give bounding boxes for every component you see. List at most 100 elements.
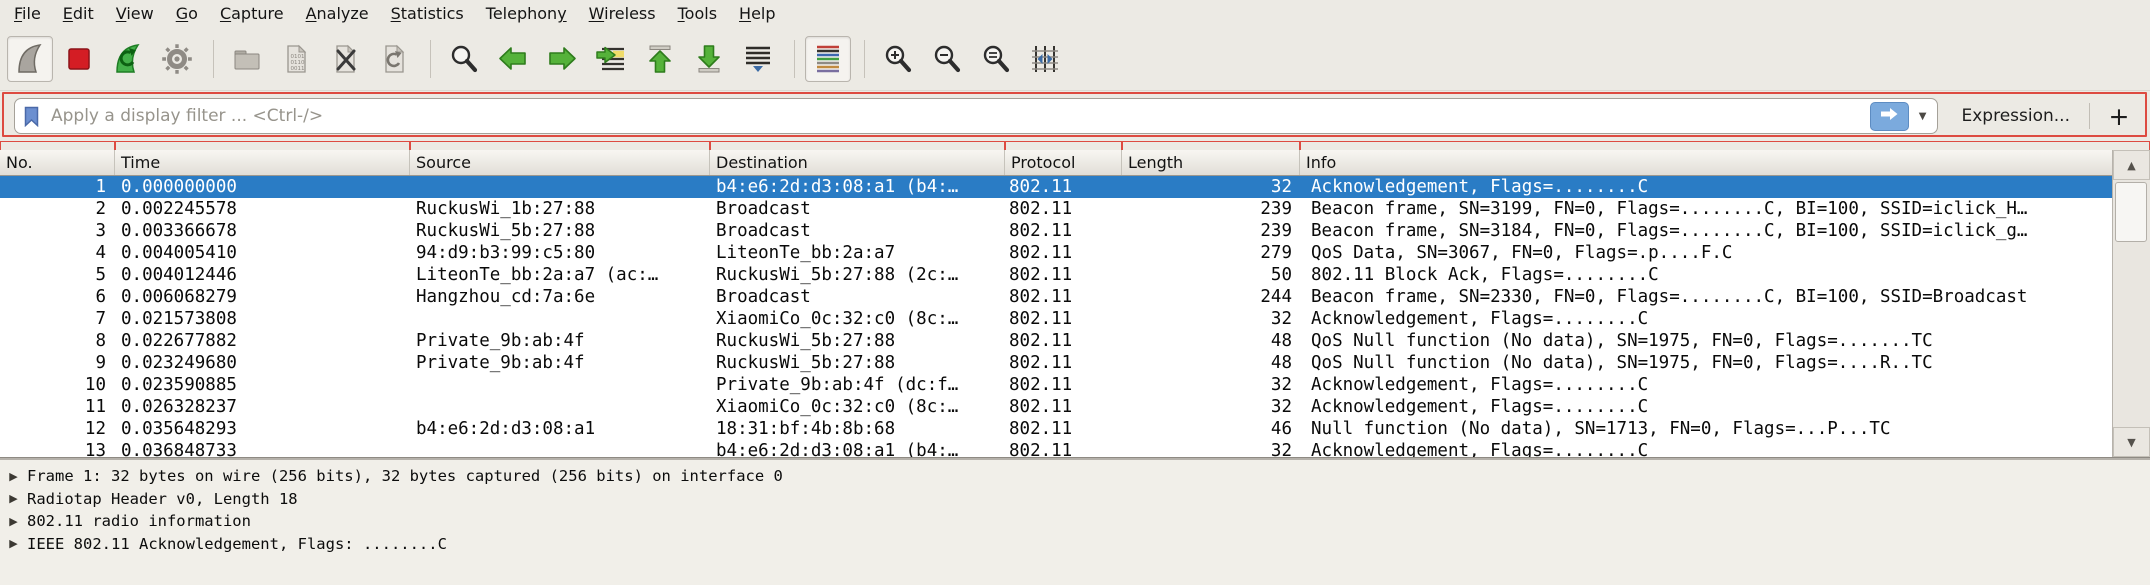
toolbar-resize-columns[interactable] xyxy=(1022,36,1068,82)
packet-row-3[interactable]: 30.003366678RuckusWi_5b:27:88Broadcast80… xyxy=(0,220,2112,242)
cell-no: 4 xyxy=(0,242,115,264)
toolbar-file-reload[interactable] xyxy=(371,36,417,82)
doc-close-icon xyxy=(328,42,362,76)
shark-fin-icon xyxy=(13,42,47,76)
scrollbar-thumb[interactable] xyxy=(2115,182,2147,242)
menu-go[interactable]: Go xyxy=(165,2,209,25)
toolbar-go-forward[interactable] xyxy=(539,36,585,82)
detail-row[interactable]: ▶Frame 1: 32 bytes on wire (256 bits), 3… xyxy=(0,465,2150,488)
filter-history-dropdown[interactable]: ▼ xyxy=(1909,111,1931,122)
packet-row-5[interactable]: 50.004012446LiteonTe_bb:2a:a7 (ac:…Rucku… xyxy=(0,264,2112,286)
packet-list-scrollbar[interactable]: ▲ ▼ xyxy=(2112,150,2150,457)
packet-list-pane: No.TimeSourceDestinationProtocolLengthIn… xyxy=(0,150,2112,457)
packet-details: ▶Frame 1: 32 bytes on wire (256 bits), 3… xyxy=(0,460,2150,585)
menu-view[interactable]: View xyxy=(105,2,165,25)
display-filter-field[interactable]: ▼ xyxy=(14,98,1938,134)
menu-analyze[interactable]: Analyze xyxy=(295,2,380,25)
menu-statistics[interactable]: Statistics xyxy=(380,2,475,25)
scroll-up-button[interactable]: ▲ xyxy=(2113,150,2150,180)
magnifier-icon xyxy=(447,42,481,76)
doc-binary-icon: 010101100011 xyxy=(279,42,313,76)
expression-button[interactable]: Expression... xyxy=(1962,106,2071,126)
add-filter-button[interactable]: + xyxy=(2104,102,2134,131)
menu-tools[interactable]: Tools xyxy=(667,2,728,25)
expander-icon[interactable]: ▶ xyxy=(0,515,27,528)
arrow-left-icon xyxy=(496,42,530,76)
cell-source: LiteonTe_bb:2a:a7 (ac:… xyxy=(410,264,710,286)
cell-length: 48 xyxy=(1122,330,1300,352)
cell-source: Private_9b:ab:4f xyxy=(410,352,710,374)
toolbar-go-first-packet[interactable] xyxy=(637,36,683,82)
toolbar-zoom-reset[interactable] xyxy=(973,36,1019,82)
packet-row-1[interactable]: 10.000000000b4:e6:2d:d3:08:a1 (b4:…802.1… xyxy=(0,176,2112,198)
toolbar-zoom-out[interactable] xyxy=(924,36,970,82)
menu-bar: FileEditViewGoCaptureAnalyzeStatisticsTe… xyxy=(0,0,2150,27)
packet-row-6[interactable]: 60.006068279Hangzhou_cd:7a:6eBroadcast80… xyxy=(0,286,2112,308)
toolbar-go-last-packet[interactable] xyxy=(686,36,732,82)
column-header-time[interactable]: Time xyxy=(115,150,410,175)
toolbar-capture-options[interactable] xyxy=(154,36,200,82)
toolbar-find-packet[interactable] xyxy=(441,36,487,82)
column-header-info[interactable]: Info xyxy=(1300,150,2112,175)
menu-file[interactable]: File xyxy=(3,2,52,25)
packet-row-2[interactable]: 20.002245578RuckusWi_1b:27:88Broadcast80… xyxy=(0,198,2112,220)
detail-row[interactable]: ▶802.11 radio information xyxy=(0,510,2150,533)
bookmark-icon[interactable] xyxy=(24,106,39,127)
toolbar-capture-start[interactable] xyxy=(7,36,53,82)
toolbar-go-to-packet[interactable] xyxy=(588,36,634,82)
toolbar-auto-scroll[interactable] xyxy=(735,36,781,82)
packet-row-13[interactable]: 130.036848733b4:e6:2d:d3:08:a1 (b4:…802.… xyxy=(0,440,2112,457)
toolbar-file-open[interactable] xyxy=(224,36,270,82)
expander-icon[interactable]: ▶ xyxy=(0,492,27,505)
column-header-destination[interactable]: Destination xyxy=(710,150,1005,175)
column-header-no[interactable]: No. xyxy=(0,150,115,175)
toolbar-file-save[interactable]: 010101100011 xyxy=(273,36,319,82)
detail-row[interactable]: ▶Radiotap Header v0, Length 18 xyxy=(0,488,2150,511)
cell-protocol: 802.11 xyxy=(1005,242,1122,264)
packet-row-12[interactable]: 120.035648293b4:e6:2d:d3:08:a118:31:bf:4… xyxy=(0,418,2112,440)
packet-row-9[interactable]: 90.023249680Private_9b:ab:4fRuckusWi_5b:… xyxy=(0,352,2112,374)
packet-row-11[interactable]: 110.026328237XiaomiCo_0c:32:c0 (8c:…802.… xyxy=(0,396,2112,418)
menu-wireless[interactable]: Wireless xyxy=(578,2,667,25)
scroll-down-button[interactable]: ▼ xyxy=(2113,427,2150,457)
column-header-length[interactable]: Length xyxy=(1122,150,1300,175)
filter-separator xyxy=(2089,103,2090,129)
toolbar-colorize-packets[interactable] xyxy=(805,36,851,82)
apply-filter-button[interactable] xyxy=(1870,102,1909,131)
packet-row-7[interactable]: 70.021573808XiaomiCo_0c:32:c0 (8c:…802.1… xyxy=(0,308,2112,330)
cell-length: 32 xyxy=(1122,308,1300,330)
display-filter-input[interactable] xyxy=(49,105,1862,127)
cell-no: 7 xyxy=(0,308,115,330)
doc-reload-icon xyxy=(377,42,411,76)
column-header-protocol[interactable]: Protocol xyxy=(1005,150,1122,175)
column-header-source[interactable]: Source xyxy=(410,150,710,175)
cell-destination: XiaomiCo_0c:32:c0 (8c:… xyxy=(710,308,1005,330)
menu-capture[interactable]: Capture xyxy=(209,2,295,25)
menu-help[interactable]: Help xyxy=(728,2,786,25)
cell-time: 0.036848733 xyxy=(115,440,410,457)
expander-icon[interactable]: ▶ xyxy=(0,537,27,550)
packet-row-4[interactable]: 40.00400541094:d9:b3:99:c5:80LiteonTe_bb… xyxy=(0,242,2112,264)
toolbar-file-close[interactable] xyxy=(322,36,368,82)
arrow-up-bar-icon xyxy=(643,42,677,76)
arrow-right-icon xyxy=(545,42,579,76)
cell-info: QoS Null function (No data), SN=1975, FN… xyxy=(1300,352,2112,374)
toolbar-separator xyxy=(864,40,865,78)
cell-destination: b4:e6:2d:d3:08:a1 (b4:… xyxy=(710,176,1005,198)
menu-edit[interactable]: Edit xyxy=(52,2,105,25)
scroll-lines-icon xyxy=(741,42,775,76)
cell-time: 0.003366678 xyxy=(115,220,410,242)
cell-time: 0.000000000 xyxy=(115,176,410,198)
toolbar-go-back[interactable] xyxy=(490,36,536,82)
toolbar-capture-restart[interactable] xyxy=(105,36,151,82)
packet-row-10[interactable]: 100.023590885Private_9b:ab:4f (dc:f…802.… xyxy=(0,374,2112,396)
cell-time: 0.004005410 xyxy=(115,242,410,264)
expander-icon[interactable]: ▶ xyxy=(0,470,27,483)
cell-info: Null function (No data), SN=1713, FN=0, … xyxy=(1300,418,2112,440)
menu-telephony[interactable]: Telephony xyxy=(475,2,578,25)
toolbar-zoom-in[interactable] xyxy=(875,36,921,82)
cell-time: 0.002245578 xyxy=(115,198,410,220)
detail-row[interactable]: ▶IEEE 802.11 Acknowledgement, Flags: ...… xyxy=(0,533,2150,556)
toolbar-capture-stop[interactable] xyxy=(56,36,102,82)
packet-row-8[interactable]: 80.022677882Private_9b:ab:4fRuckusWi_5b:… xyxy=(0,330,2112,352)
